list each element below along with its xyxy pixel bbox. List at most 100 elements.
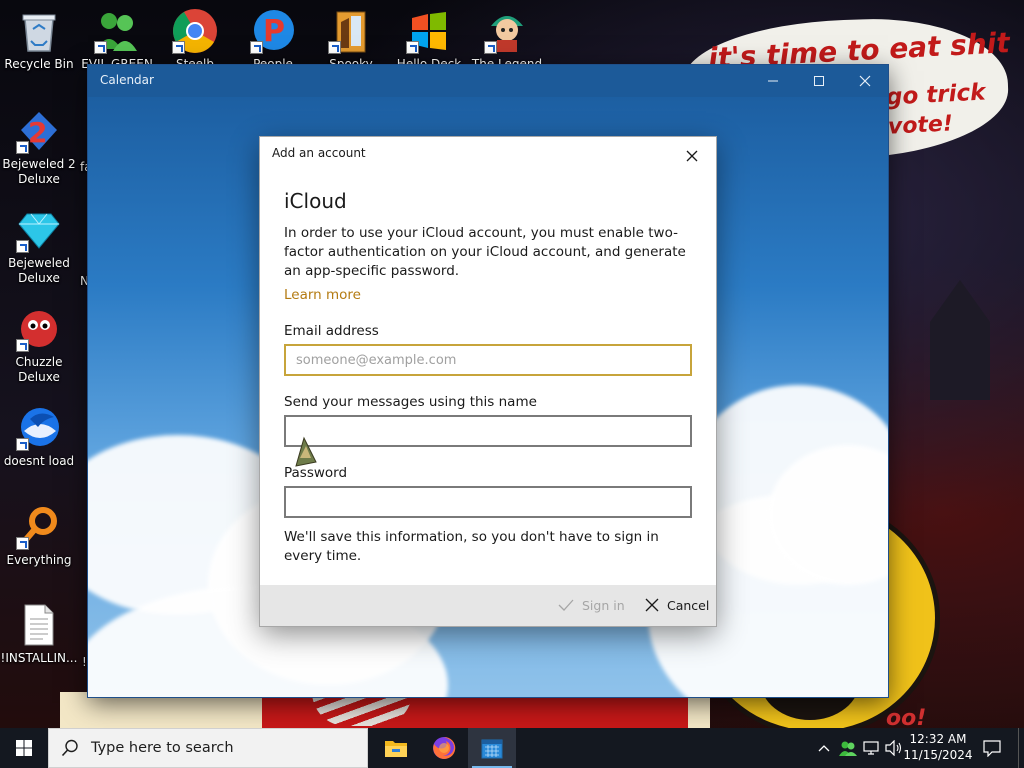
clock-time: 12:32 AM: [909, 732, 967, 746]
taskbar-clock[interactable]: 12:32 AM 11/15/2024: [900, 731, 976, 763]
shortcut-arrow-icon: [484, 41, 497, 54]
display-name-field[interactable]: [284, 415, 692, 447]
taskbar-calendar[interactable]: [468, 728, 516, 768]
shortcut-arrow-icon: [16, 438, 29, 451]
desktop-icon-label: Bejeweled Deluxe: [8, 256, 70, 285]
desktop-icon-recycle-bin[interactable]: Recycle Bin: [0, 8, 78, 72]
desktop-icon-everything[interactable]: Everything: [0, 504, 78, 568]
green-users-icon: [94, 8, 140, 54]
window-close-button[interactable]: [842, 65, 888, 97]
taskbar-firefox[interactable]: [420, 728, 468, 768]
network-icon: [863, 741, 879, 755]
tray-overflow-button[interactable]: [812, 728, 836, 768]
windows-logo-icon: [406, 8, 452, 54]
start-button[interactable]: [0, 728, 48, 768]
search-icon: [61, 739, 78, 757]
desktop-icon-label: Chuzzle Deluxe: [15, 355, 63, 384]
taskbar-search-box[interactable]: Type here to search: [48, 728, 368, 768]
provider-description: In order to use your iCloud account, you…: [284, 225, 686, 279]
minimize-icon: [768, 80, 778, 82]
windows-start-icon: [16, 740, 32, 756]
tray-people-icon-button[interactable]: [836, 728, 860, 768]
thunderbird-icon: [16, 405, 62, 451]
cancel-x-icon: [645, 598, 659, 612]
email-label: Email address: [284, 323, 379, 339]
people-nights-icon: P: [250, 8, 296, 54]
desktop-partial-label: !: [82, 655, 87, 669]
desktop-icon-label: Recycle Bin: [4, 57, 74, 71]
legend-character-icon: [484, 8, 530, 54]
mouse-cursor-icon: [294, 436, 320, 468]
close-icon: [859, 75, 871, 87]
desktop-icon-label: doesnt load: [3, 454, 75, 468]
shortcut-arrow-icon: [172, 41, 185, 54]
calendar-titlebar[interactable]: Calendar: [88, 65, 888, 97]
desktop-icon-evil-green[interactable]: EVIL GREEN: [78, 8, 156, 72]
wallpaper-text-line-2: go trick: [885, 79, 987, 111]
shortcut-arrow-icon: [16, 141, 29, 154]
shortcut-arrow-icon: [250, 41, 263, 54]
shortcut-arrow-icon: [406, 41, 419, 54]
shortcut-arrow-icon: [16, 339, 29, 352]
notification-icon: [983, 740, 1001, 757]
recycle-bin-icon: [16, 8, 62, 54]
calendar-icon: [481, 739, 503, 759]
shortcut-arrow-icon: [328, 41, 341, 54]
firefox-icon: [433, 736, 456, 759]
taskbar: Type here to search 12:32 AM 11/15/2024: [0, 728, 1024, 768]
show-desktop-button[interactable]: [1018, 728, 1024, 768]
everything-search-icon: [16, 504, 62, 550]
tray-network-button[interactable]: [860, 728, 884, 768]
desktop-icon-chuzzle[interactable]: Chuzzle Deluxe: [0, 306, 78, 385]
email-field[interactable]: [284, 344, 692, 376]
notification-center-button[interactable]: [978, 728, 1006, 768]
checkmark-icon: [558, 599, 574, 611]
dialog-footer: Sign in Cancel: [260, 585, 716, 626]
search-placeholder: Type here to search: [91, 740, 234, 756]
cancel-button[interactable]: Cancel: [645, 591, 709, 619]
desktop-icon-bejeweled-2[interactable]: 2 Bejeweled 2 Deluxe: [0, 108, 78, 187]
minimize-button[interactable]: [750, 65, 796, 97]
maximize-button[interactable]: [796, 65, 842, 97]
window-title: Calendar: [100, 73, 154, 87]
cancel-label: Cancel: [667, 597, 710, 613]
close-icon: [686, 150, 698, 162]
chrome-icon: [172, 8, 218, 54]
bejeweled-diamond-icon: [16, 207, 62, 253]
dialog-title: Add an account: [272, 146, 366, 160]
desktop-icon-chrome[interactable]: Steelb: [156, 8, 234, 72]
desktop-icon-installing-txt[interactable]: !INSTALLIN...: [0, 602, 78, 666]
save-info-note: We'll save this information, so you don'…: [284, 529, 659, 564]
wallpaper-house: [930, 280, 990, 400]
bejeweled-2-icon: 2: [16, 108, 62, 154]
display-name-label: Send your messages using this name: [284, 394, 537, 410]
chuzzle-icon: [16, 306, 62, 352]
sign-in-button[interactable]: Sign in: [558, 591, 625, 619]
wallpaper-text-line-3: vote!: [887, 111, 954, 140]
desktop-icon-the-legend[interactable]: The Legend: [468, 8, 546, 72]
desktop-icon-bejeweled[interactable]: Bejeweled Deluxe: [0, 207, 78, 286]
chevron-up-icon: [818, 745, 830, 752]
provider-heading: iCloud: [284, 189, 347, 213]
desktop-icon-label: !INSTALLIN...: [0, 651, 78, 665]
desktop-icon-thunderbird[interactable]: doesnt load: [0, 405, 78, 469]
desktop-icon-spooky[interactable]: Spooky: [312, 8, 390, 72]
learn-more-link[interactable]: Learn more: [284, 287, 361, 303]
maximize-icon: [814, 76, 824, 86]
shortcut-arrow-icon: [16, 537, 29, 550]
sign-in-label: Sign in: [582, 597, 625, 613]
shortcut-arrow-icon: [94, 41, 107, 54]
add-account-dialog: Add an account iCloud In order to use yo…: [260, 137, 716, 626]
password-field[interactable]: [284, 486, 692, 518]
desktop-icon-label: Everything: [6, 553, 72, 567]
shortcut-arrow-icon: [16, 240, 29, 253]
clock-date: 11/15/2024: [903, 748, 973, 762]
desktop-icon-hello-deck[interactable]: Hello Deck: [390, 8, 468, 72]
taskbar-file-explorer[interactable]: [372, 728, 420, 768]
file-explorer-icon: [385, 741, 407, 757]
people-green-icon: [839, 741, 857, 756]
dialog-close-button[interactable]: [676, 141, 708, 171]
svg-text:2: 2: [28, 116, 47, 149]
text-document-icon: [16, 602, 62, 648]
svg-text:P: P: [263, 14, 285, 49]
